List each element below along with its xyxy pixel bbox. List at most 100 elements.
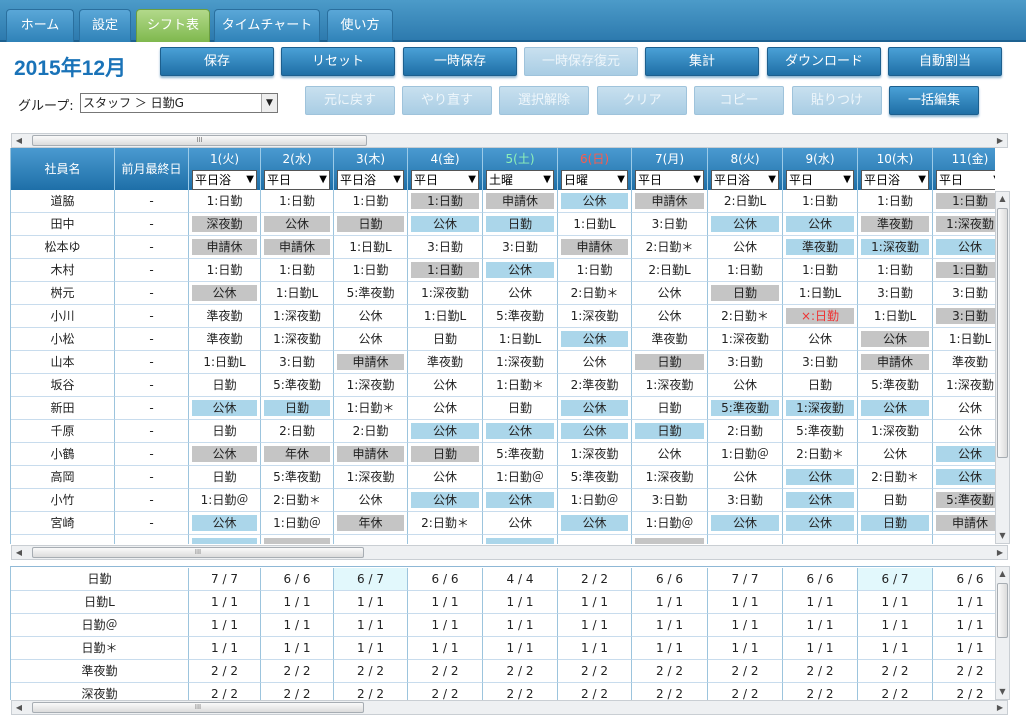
- shift-cell[interactable]: 公休: [558, 397, 632, 420]
- shift-cell[interactable]: 公休: [783, 466, 858, 489]
- shift-vscroll[interactable]: ▲ ▼: [995, 191, 1010, 544]
- edit-button-0[interactable]: 元に戻す: [305, 86, 395, 115]
- shift-cell[interactable]: 準夜勤: [408, 351, 483, 374]
- shift-cell[interactable]: 準夜勤: [783, 236, 858, 259]
- shift-cell[interactable]: 日勤: [708, 282, 783, 305]
- shift-cell[interactable]: 1:深夜勤: [558, 443, 632, 466]
- shift-cell[interactable]: 1:日勤: [858, 190, 933, 213]
- shift-cell[interactable]: 1:深夜勤: [858, 420, 933, 443]
- shift-cell[interactable]: 日勤: [632, 397, 708, 420]
- shift-cell[interactable]: 1:深夜勤: [558, 305, 632, 328]
- shift-cell[interactable]: 2:準夜勤: [558, 374, 632, 397]
- shift-cell[interactable]: 1:深夜勤: [858, 236, 933, 259]
- shift-cell[interactable]: 申請休: [483, 190, 558, 213]
- shift-cell[interactable]: 1:深夜勤: [408, 282, 483, 305]
- shift-cell[interactable]: 1:日勤: [783, 190, 858, 213]
- shift-cell[interactable]: 公休: [858, 328, 933, 351]
- shift-cell[interactable]: 申請休: [261, 236, 334, 259]
- shift-cell[interactable]: 公休: [189, 512, 261, 535]
- scroll-left-icon[interactable]: ◀: [12, 546, 26, 559]
- shift-cell[interactable]: 2:日勤: [334, 420, 408, 443]
- shift-cell[interactable]: 2:日勤＊: [408, 512, 483, 535]
- toolbar-button-1[interactable]: リセット: [281, 47, 395, 76]
- shift-cell[interactable]: 1:日勤L: [933, 328, 995, 351]
- shift-cell[interactable]: 公休: [708, 236, 783, 259]
- shift-cell[interactable]: 1:深夜勤: [783, 397, 858, 420]
- shift-cell[interactable]: 年休: [334, 512, 408, 535]
- toolbar-button-3[interactable]: 一時保存復元: [524, 47, 638, 76]
- shift-cell[interactable]: 1:深夜勤: [708, 328, 783, 351]
- shift-cell[interactable]: 1:日勤＠: [708, 443, 783, 466]
- scroll-left-icon[interactable]: ◀: [12, 701, 26, 714]
- shift-cell[interactable]: 公休: [933, 236, 995, 259]
- shift-cell[interactable]: 公休: [783, 328, 858, 351]
- scroll-thumb[interactable]: III: [32, 702, 364, 713]
- shift-cell[interactable]: 準夜勤: [858, 213, 933, 236]
- tab-2[interactable]: シフト表: [136, 9, 210, 42]
- day-type-select[interactable]: 平日 ▼: [936, 170, 995, 190]
- shift-cell[interactable]: 日勤: [408, 443, 483, 466]
- shift-cell[interactable]: 公休: [558, 512, 632, 535]
- shift-cell[interactable]: 申請休: [632, 190, 708, 213]
- scroll-thumb[interactable]: [997, 583, 1008, 638]
- shift-cell[interactable]: 日勤: [408, 328, 483, 351]
- shift-cell[interactable]: 公休: [483, 420, 558, 443]
- shift-cell[interactable]: 日勤: [632, 351, 708, 374]
- shift-cell[interactable]: [483, 535, 558, 544]
- shift-cell[interactable]: 2:日勤＊: [261, 489, 334, 512]
- shift-cell[interactable]: 申請休: [558, 236, 632, 259]
- shift-cell[interactable]: 日勤: [189, 420, 261, 443]
- shift-cell[interactable]: 公休: [558, 420, 632, 443]
- day-type-select[interactable]: 平日 ▼: [264, 170, 330, 190]
- shift-cell[interactable]: 1:日勤L: [261, 282, 334, 305]
- shift-cell[interactable]: 1:日勤: [408, 190, 483, 213]
- shift-cell[interactable]: 5:準夜勤: [858, 374, 933, 397]
- shift-cell[interactable]: [408, 535, 483, 544]
- shift-cell[interactable]: 5:準夜勤: [483, 443, 558, 466]
- shift-cell[interactable]: 深夜勤: [189, 213, 261, 236]
- shift-cell[interactable]: 3:日勤: [783, 351, 858, 374]
- shift-cell[interactable]: 申請休: [334, 351, 408, 374]
- shift-cell[interactable]: 2:日勤: [708, 420, 783, 443]
- shift-cell[interactable]: 公休: [334, 328, 408, 351]
- shift-cell[interactable]: 公休: [708, 213, 783, 236]
- shift-cell[interactable]: 1:日勤L: [483, 328, 558, 351]
- shift-cell[interactable]: 公休: [632, 305, 708, 328]
- shift-cell[interactable]: 1:日勤: [261, 259, 334, 282]
- scroll-right-icon[interactable]: ▶: [993, 701, 1007, 714]
- shift-cell[interactable]: 公休: [933, 443, 995, 466]
- shift-cell[interactable]: 1:日勤: [858, 259, 933, 282]
- shift-cell[interactable]: 1:日勤: [334, 259, 408, 282]
- shift-cell[interactable]: 日勤: [783, 374, 858, 397]
- shift-cell[interactable]: 1:日勤: [558, 259, 632, 282]
- shift-cell[interactable]: 3:日勤: [858, 282, 933, 305]
- shift-cell[interactable]: 公休: [708, 466, 783, 489]
- shift-cell[interactable]: 1:日勤＠: [632, 512, 708, 535]
- summary-hscroll[interactable]: ◀ III ▶: [11, 700, 1008, 715]
- shift-cell[interactable]: 日勤: [189, 374, 261, 397]
- shift-cell[interactable]: 1:深夜勤: [334, 374, 408, 397]
- day-type-select[interactable]: 平日浴 ▼: [337, 170, 404, 190]
- shift-cell[interactable]: 1:日勤＠: [189, 489, 261, 512]
- shift-bottom-hscroll[interactable]: ◀ III ▶: [11, 545, 1008, 560]
- shift-cell[interactable]: 5:準夜勤: [334, 282, 408, 305]
- day-type-select[interactable]: 土曜 ▼: [486, 170, 554, 190]
- scroll-thumb[interactable]: III: [32, 547, 364, 558]
- shift-cell[interactable]: 1:日勤: [261, 190, 334, 213]
- shift-cell[interactable]: 5:準夜勤: [933, 489, 995, 512]
- toolbar-button-0[interactable]: 保存: [160, 47, 274, 76]
- shift-cell[interactable]: 2:日勤: [261, 420, 334, 443]
- edit-button-1[interactable]: やり直す: [402, 86, 492, 115]
- shift-cell[interactable]: 1:深夜勤: [334, 466, 408, 489]
- shift-cell[interactable]: 1:日勤: [334, 190, 408, 213]
- shift-cell[interactable]: 1:日勤: [783, 259, 858, 282]
- shift-cell[interactable]: 公休: [334, 489, 408, 512]
- shift-cell[interactable]: 3:日勤: [933, 305, 995, 328]
- shift-cell[interactable]: 1:日勤L: [558, 213, 632, 236]
- shift-cell[interactable]: 公休: [783, 213, 858, 236]
- shift-cell[interactable]: [261, 535, 334, 544]
- shift-cell[interactable]: 日勤: [334, 213, 408, 236]
- shift-cell[interactable]: 日勤: [261, 397, 334, 420]
- scroll-right-icon[interactable]: ▶: [993, 546, 1007, 559]
- shift-cell[interactable]: 公休: [408, 374, 483, 397]
